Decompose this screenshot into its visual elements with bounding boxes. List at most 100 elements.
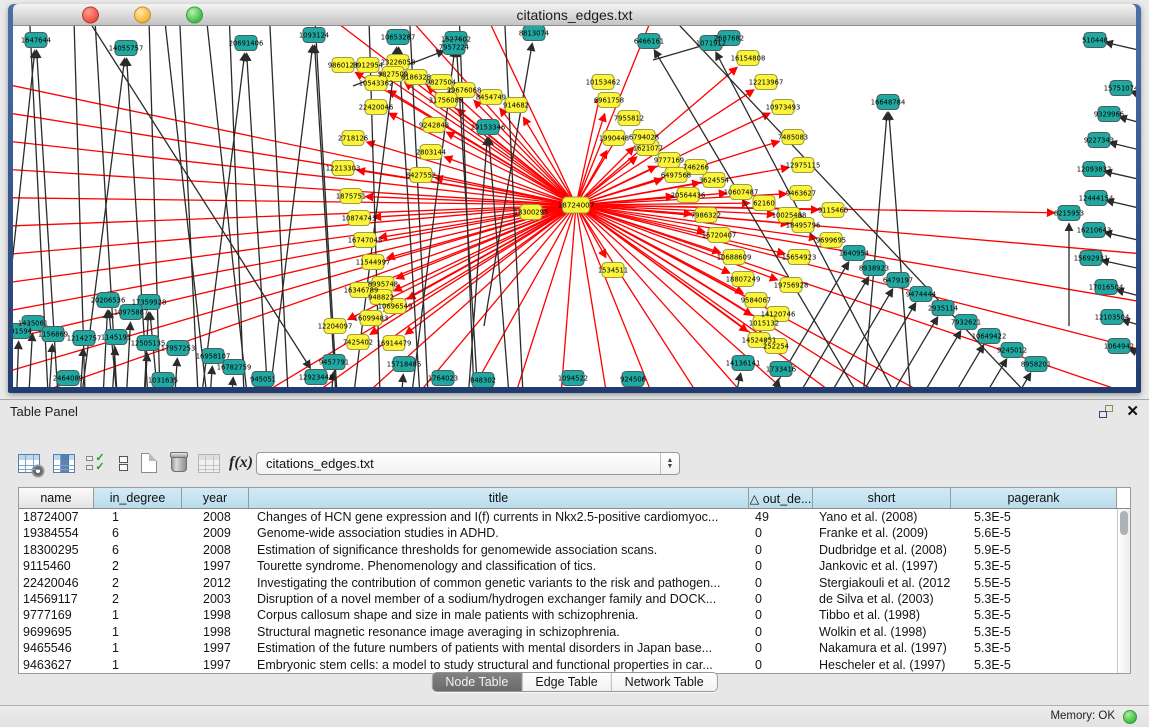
column-header-indegree[interactable]: in_degree [94, 488, 182, 508]
table-selector-dropdown[interactable]: citations_edges.txt ▲▼ [256, 452, 680, 475]
table-cell[interactable]: 1 [94, 509, 182, 525]
column-header-name[interactable]: name [19, 488, 94, 508]
table-cell[interactable]: Stergiakouli et al. (2012) [813, 575, 951, 591]
column-header-title[interactable]: title [249, 488, 749, 508]
table-cell[interactable]: 0 [749, 542, 813, 558]
table-cell[interactable]: 0 [749, 640, 813, 656]
table-cell[interactable]: 2 [94, 591, 182, 607]
show-columns-button[interactable] [51, 450, 77, 476]
table-row[interactable]: 1830029562008Estimation of significance … [19, 542, 1117, 558]
table-row[interactable]: 969969511998Structural magnetic resonanc… [19, 624, 1117, 640]
table-cell[interactable]: Corpus callosum shape and size in male p… [249, 607, 749, 623]
table-scrollbar[interactable] [1117, 509, 1130, 673]
column-header-short[interactable]: short [813, 488, 951, 508]
table-cell[interactable]: 9465546 [19, 640, 94, 656]
table-cell[interactable]: 0 [749, 575, 813, 591]
table-row[interactable]: 2242004622012Investigating the contribut… [19, 575, 1117, 591]
column-header-outde[interactable]: △ out_de... [749, 488, 813, 508]
table-cell[interactable]: Investigating the contribution of common… [249, 575, 749, 591]
table-cell[interactable]: Yano et al. (2008) [813, 509, 951, 525]
table-cell[interactable]: 9699695 [19, 624, 94, 640]
network-canvas[interactable]: 1647644140557572069140610931241065328715… [13, 26, 1136, 387]
table-cell[interactable]: 1 [94, 640, 182, 656]
table-cell[interactable]: 9115460 [19, 558, 94, 574]
table-cell[interactable]: 0 [749, 624, 813, 640]
row-height-button[interactable] [110, 450, 136, 476]
table-row[interactable]: 977716911998Corpus callosum shape and si… [19, 607, 1117, 623]
table-row[interactable]: 911546021997Tourette syndrome. Phenomeno… [19, 558, 1117, 574]
table-cell[interactable]: 0 [749, 607, 813, 623]
network-graph[interactable]: 1647644140557572069140610931241065328715… [13, 26, 1136, 387]
table-cell[interactable]: 9777169 [19, 607, 94, 623]
table-cell[interactable]: Tibbo et al. (1998) [813, 607, 951, 623]
table-cell[interactable]: Nakamura et al. (1997) [813, 640, 951, 656]
table-cell[interactable]: de Silva et al. (2003) [813, 591, 951, 607]
new-column-button[interactable] [136, 450, 162, 476]
table-cell[interactable]: 2 [94, 558, 182, 574]
table-cell[interactable]: Jankovic et al. (1997) [813, 558, 951, 574]
select-columns-button[interactable]: ✓✓ [82, 450, 108, 476]
table-cell[interactable]: 9463627 [19, 657, 94, 673]
table-cell[interactable]: 5.3E-5 [951, 657, 1117, 673]
table-cell[interactable]: Changes of HCN gene expression and I(f) … [249, 509, 749, 525]
table-cell[interactable]: 2012 [182, 575, 249, 591]
table-cell[interactable]: 19384554 [19, 525, 94, 541]
table-cell[interactable]: 5.3E-5 [951, 558, 1117, 574]
table-cell[interactable]: 0 [749, 591, 813, 607]
table-cell[interactable]: 1997 [182, 558, 249, 574]
table-cell[interactable]: 2003 [182, 591, 249, 607]
table-row[interactable]: 1456911722003Disruption of a novel membe… [19, 591, 1117, 607]
table-cell[interactable]: 22420046 [19, 575, 94, 591]
table-cell[interactable]: 2009 [182, 525, 249, 541]
table-cell[interactable]: Genome-wide association studies in ADHD. [249, 525, 749, 541]
delete-column-button[interactable] [166, 450, 192, 476]
table-cell[interactable]: 1 [94, 607, 182, 623]
table-cell[interactable]: 1998 [182, 607, 249, 623]
table-cell[interactable]: 14569117 [19, 591, 94, 607]
table-row[interactable]: 1938455462009Genome-wide association stu… [19, 525, 1117, 541]
table-cell[interactable]: 5.5E-5 [951, 575, 1117, 591]
table-cell[interactable]: 18724007 [19, 509, 94, 525]
table-cell[interactable]: 2008 [182, 542, 249, 558]
tab-node-table[interactable]: Node Table [432, 673, 521, 691]
table-cell[interactable]: Embryonic stem cells: a model to study s… [249, 657, 749, 673]
table-cell[interactable]: 0 [749, 558, 813, 574]
table-mode-button[interactable] [16, 450, 42, 476]
scrollbar-thumb[interactable] [1120, 511, 1128, 535]
table-cell[interactable]: 5.3E-5 [951, 640, 1117, 656]
tab-edge-table[interactable]: Edge Table [521, 673, 610, 691]
table-cell[interactable]: 2 [94, 575, 182, 591]
table-cell[interactable]: 5.9E-5 [951, 542, 1117, 558]
table-cell[interactable]: 1 [94, 657, 182, 673]
table-cell[interactable]: Hescheler et al. (1997) [813, 657, 951, 673]
close-panel-icon[interactable]: ✕ [1126, 402, 1139, 420]
table-cell[interactable]: 18300295 [19, 542, 94, 558]
table-cell[interactable]: 2008 [182, 509, 249, 525]
table-cell[interactable]: 1 [94, 624, 182, 640]
window-titlebar[interactable]: citations_edges.txt [13, 4, 1136, 26]
column-header-pagerank[interactable]: pagerank [951, 488, 1117, 508]
table-cell[interactable]: Estimation of the future numbers of pati… [249, 640, 749, 656]
table-cell[interactable]: 1997 [182, 657, 249, 673]
table-cell[interactable]: 5.3E-5 [951, 509, 1117, 525]
table-cell[interactable]: Franke et al. (2009) [813, 525, 951, 541]
table-cell[interactable]: Dudbridge et al. (2008) [813, 542, 951, 558]
table-row[interactable]: 1872400712008Changes of HCN gene express… [19, 509, 1117, 525]
table-cell[interactable]: 49 [749, 509, 813, 525]
table-cell[interactable]: Estimation of significance thresholds fo… [249, 542, 749, 558]
table-cell[interactable]: Disruption of a novel member of a sodium… [249, 591, 749, 607]
table-row[interactable]: 946362711997Embryonic stem cells: a mode… [19, 657, 1117, 673]
table-cell[interactable]: 1998 [182, 624, 249, 640]
table-cell[interactable]: 5.6E-5 [951, 525, 1117, 541]
table-cell[interactable]: 0 [749, 525, 813, 541]
table-cell[interactable]: 1997 [182, 640, 249, 656]
table-row[interactable]: 946554611997Estimation of the future num… [19, 640, 1117, 656]
table-cell[interactable]: 5.3E-5 [951, 607, 1117, 623]
table-cell[interactable]: 6 [94, 542, 182, 558]
function-builder-button[interactable]: f(x) [228, 450, 254, 476]
table-cell[interactable]: 5.3E-5 [951, 624, 1117, 640]
float-panel-icon[interactable] [1099, 405, 1113, 418]
table-cell[interactable]: Structural magnetic resonance image aver… [249, 624, 749, 640]
table-cell[interactable]: Tourette syndrome. Phenomenology and cla… [249, 558, 749, 574]
column-header-year[interactable]: year [182, 488, 249, 508]
